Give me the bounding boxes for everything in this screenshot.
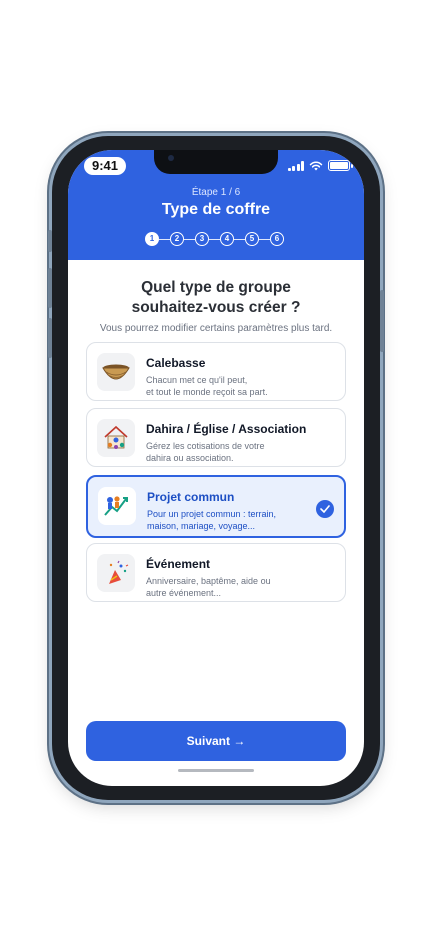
camera xyxy=(168,155,174,161)
step-connector xyxy=(184,238,195,240)
calabash-bowl-icon xyxy=(97,353,135,391)
step-2: 2 xyxy=(170,232,184,246)
page-title: Type de coffre xyxy=(161,201,271,218)
option-desc-line-2: dahira ou association. xyxy=(146,453,234,463)
step-connector xyxy=(159,238,170,240)
step-connector xyxy=(234,238,245,240)
step-1: 1 xyxy=(145,232,159,246)
status-time: 9:41 xyxy=(84,157,126,175)
power-button xyxy=(380,290,384,352)
silent-switch xyxy=(48,230,52,252)
notch xyxy=(154,150,278,174)
shared-project-icon xyxy=(98,487,136,525)
checkmark-icon xyxy=(316,500,334,518)
home-indicator xyxy=(178,769,254,772)
status-icons xyxy=(287,160,353,171)
option-evenement[interactable]: Événement Anniversaire, baptême, aide ou… xyxy=(86,543,346,602)
option-desc-line-1: Anniversaire, baptême, aide ou xyxy=(146,576,271,586)
option-desc-line-2: autre événement... xyxy=(146,588,222,598)
app-screen: 9:41 Étape 1 / 6 Type de coffre 1 2 3 4 … xyxy=(68,150,364,786)
question-line-1: Quel type de groupe xyxy=(141,279,291,296)
option-description: Chacun met ce qu'il peut, et tout le mon… xyxy=(146,374,306,398)
celebration-icon xyxy=(97,554,135,592)
option-desc-line-2: maison, mariage, voyage... xyxy=(147,521,256,531)
step-3: 3 xyxy=(195,232,209,246)
option-description: Pour un projet commun : terrain, maison,… xyxy=(147,508,307,532)
step-5: 5 xyxy=(245,232,259,246)
option-dahira-eglise-association[interactable]: Dahira / Église / Association Gérez les … xyxy=(86,408,346,467)
option-title: Projet commun xyxy=(147,490,235,504)
option-title: Calebasse xyxy=(146,356,206,370)
step-6: 6 xyxy=(270,232,284,246)
option-desc-line-2: et tout le monde reçoit sa part. xyxy=(146,387,268,397)
next-button[interactable]: Suivant → xyxy=(86,721,346,761)
community-house-icon xyxy=(97,419,135,457)
option-desc-line-1: Pour un projet commun : terrain, xyxy=(147,509,277,519)
option-desc-line-1: Chacun met ce qu'il peut, xyxy=(146,375,248,385)
step-4: 4 xyxy=(220,232,234,246)
volume-down-button xyxy=(48,318,52,358)
option-desc-line-1: Gérez les cotisations de votre xyxy=(146,441,265,451)
option-calebasse[interactable]: Calebasse Chacun met ce qu'il peut, et t… xyxy=(86,342,346,401)
question-line-2: souhaitez-vous créer ? xyxy=(131,299,301,316)
battery-icon xyxy=(328,160,353,171)
option-description: Gérez les cotisations de votre dahira ou… xyxy=(146,440,306,464)
cellular-signal-icon xyxy=(287,160,304,171)
option-title: Dahira / Église / Association xyxy=(146,422,307,436)
step-connector xyxy=(209,238,220,240)
volume-up-button xyxy=(48,268,52,308)
question-heading: Quel type de groupe souhaitez-vous créer… xyxy=(68,278,364,318)
option-title: Événement xyxy=(146,557,211,571)
step-connector xyxy=(259,238,270,240)
option-description: Anniversaire, baptême, aide ou autre évé… xyxy=(146,575,306,599)
option-projet-commun[interactable]: Projet commun Pour un projet commun : te… xyxy=(86,475,346,538)
question-subtitle: Vous pourrez modifier certains paramètre… xyxy=(99,323,333,334)
step-label: Étape 1 / 6 xyxy=(191,187,241,198)
progress-stepper: 1 2 3 4 5 6 xyxy=(145,232,284,246)
wifi-icon xyxy=(309,161,323,170)
